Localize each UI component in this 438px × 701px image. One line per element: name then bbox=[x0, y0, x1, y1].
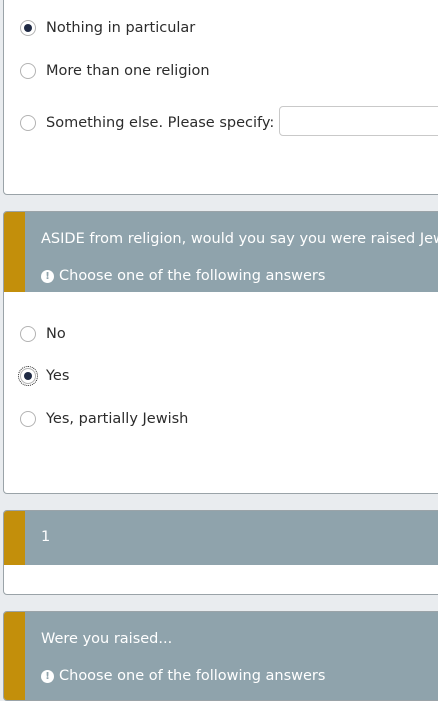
question-accent-bar bbox=[4, 511, 25, 565]
option-more-than-one-religion[interactable]: More than one religion bbox=[20, 63, 210, 79]
question-text: 1 bbox=[41, 529, 51, 545]
option-label: More than one religion bbox=[46, 63, 210, 79]
question-text: Were you raised... bbox=[41, 631, 173, 647]
question-accent-bar bbox=[4, 612, 25, 700]
radio-button[interactable] bbox=[20, 411, 36, 427]
question-card-were-you-raised: Were you raised... ! Choose one of the f… bbox=[3, 611, 438, 701]
radio-button[interactable] bbox=[20, 115, 36, 131]
question-text: ASIDE from religion, would you say you w… bbox=[41, 231, 438, 247]
option-no[interactable]: No bbox=[20, 326, 66, 342]
option-label: Yes, partially Jewish bbox=[46, 411, 189, 427]
exclamation-circle-icon: ! bbox=[41, 669, 54, 683]
option-yes[interactable]: Yes bbox=[18, 366, 70, 386]
option-label: Nothing in particular bbox=[46, 20, 196, 36]
radio-button[interactable] bbox=[18, 366, 38, 386]
question-card-religion: Nothing in particular More than one reli… bbox=[3, 0, 438, 195]
question-header: Were you raised... ! Choose one of the f… bbox=[4, 612, 438, 700]
question-accent-bar bbox=[4, 212, 25, 292]
radio-button[interactable] bbox=[20, 63, 36, 79]
option-label: Yes bbox=[46, 368, 70, 384]
option-nothing-in-particular[interactable]: Nothing in particular bbox=[20, 20, 195, 36]
question-header: ASIDE from religion, would you say you w… bbox=[4, 212, 438, 292]
question-card-3: 1 bbox=[3, 510, 438, 595]
option-something-else[interactable]: Something else. Please specify: bbox=[20, 115, 274, 131]
hint-text: Choose one of the following answers bbox=[59, 668, 326, 684]
option-label: No bbox=[46, 326, 66, 342]
question-hint: ! Choose one of the following answers bbox=[41, 668, 325, 684]
specify-text-input[interactable] bbox=[279, 106, 438, 136]
hint-text: Choose one of the following answers bbox=[59, 268, 326, 284]
option-label: Something else. Please specify: bbox=[46, 115, 275, 131]
radio-button[interactable] bbox=[20, 326, 36, 342]
exclamation-circle-icon: ! bbox=[41, 269, 54, 283]
question-hint: ! Choose one of the following answers bbox=[41, 268, 325, 284]
radio-button[interactable] bbox=[20, 20, 36, 36]
option-yes-partially-jewish[interactable]: Yes, partially Jewish bbox=[20, 411, 188, 427]
question-header: 1 bbox=[4, 511, 438, 565]
question-card-raised-jewish: ASIDE from religion, would you say you w… bbox=[3, 211, 438, 494]
